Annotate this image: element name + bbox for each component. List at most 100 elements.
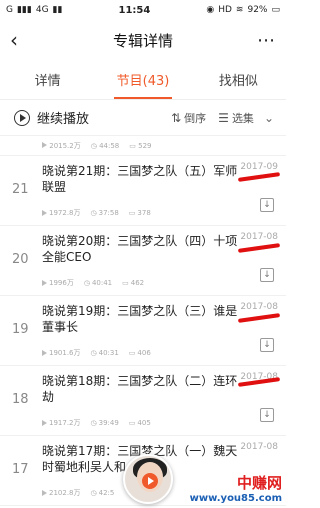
- duration-value: 44:58: [99, 141, 120, 150]
- download-icon[interactable]: ↓: [260, 268, 274, 282]
- duration-value: 40:41: [91, 279, 113, 287]
- episode-number: 18: [12, 392, 29, 407]
- duration: ◷ 42:5: [90, 489, 115, 497]
- download-icon[interactable]: ↓: [260, 198, 274, 212]
- chevron-down-icon[interactable]: ⌄: [264, 111, 274, 125]
- comments-count: ▭ 378: [128, 209, 151, 217]
- signal-icon: ▮▮▮: [16, 5, 32, 15]
- duration: ◷ 44:58: [90, 141, 120, 150]
- plays-value: 2102.8万: [49, 489, 81, 497]
- previous-episode-meta: 2015.2万 ◷ 44:58 ▭ 529: [0, 136, 286, 156]
- continue-play-button[interactable]: 继续播放: [14, 108, 159, 127]
- download-icon[interactable]: ↓: [260, 408, 274, 422]
- duration-value: 37:58: [98, 209, 119, 217]
- episode-number: 19: [12, 322, 29, 337]
- episode-meta: 1917.2万 ◷ 39:49 ▭ 405: [42, 418, 151, 428]
- play-count-icon: [42, 350, 47, 356]
- arrow-left-icon[interactable]: ‹: [10, 28, 34, 52]
- play-count-icon: [42, 490, 47, 496]
- play-count-icon: [42, 420, 47, 426]
- duration-value: 42:5: [98, 489, 115, 497]
- red-annotation-mark: [237, 313, 281, 323]
- plays-count: 1917.2万: [42, 418, 81, 428]
- page-title: 专辑详情: [112, 31, 173, 50]
- episode-title: 晓说第21期：三国梦之队（五）军师联盟: [42, 164, 238, 194]
- episode-number: 20: [12, 252, 29, 267]
- plays-count: 1901.6万: [42, 348, 81, 358]
- sort-icon: ⇅: [171, 110, 182, 125]
- duration: ◷ 40:31: [90, 349, 119, 357]
- plays-value: 1972.8万: [49, 209, 81, 217]
- tab-bar: 详情 节目(43) 找相似: [0, 60, 286, 100]
- red-annotation-mark: [237, 243, 281, 253]
- hd-label: HD: [218, 5, 232, 15]
- carrier-label: G: [6, 5, 13, 15]
- more-dots-icon[interactable]: ⋯: [252, 30, 276, 51]
- red-annotation-mark: [237, 172, 281, 182]
- play-count-icon: [42, 210, 47, 216]
- episode-title: 晓说第20期：三国梦之队（四）十项全能CEO: [42, 234, 238, 264]
- network-label: 4G: [35, 5, 49, 15]
- comments-count: ▭ 462: [122, 279, 145, 287]
- watermark-name: 中赚网: [236, 474, 282, 492]
- app-header: ‹ 专辑详情 ⋯: [0, 20, 286, 60]
- duration: ◷ 40:41: [83, 279, 113, 287]
- comments-count: ▭ 529: [129, 141, 152, 150]
- tab-similar[interactable]: 找相似: [191, 60, 286, 99]
- watermark-url: www.you85.com: [189, 493, 282, 504]
- episode-date: 2017-08: [240, 302, 278, 312]
- plays-value: 2015.2万: [49, 141, 81, 150]
- episode-number: 17: [12, 462, 29, 477]
- select-episodes-button[interactable]: ☰ 选集: [218, 110, 254, 126]
- continue-play-label: 继续播放: [37, 112, 90, 127]
- episode-title: 晓说第18期：三国梦之队（二）连环劫: [42, 374, 238, 404]
- list-item[interactable]: 21 晓说第21期：三国梦之队（五）军师联盟 2017-09 1972.8万 ◷…: [0, 156, 286, 226]
- comments-value: 529: [138, 141, 152, 150]
- play-count-icon: [42, 280, 47, 286]
- episode-toolbar: 继续播放 ⇅ 倒序 ☰ 选集 ⌄: [0, 100, 286, 136]
- tab-details[interactable]: 详情: [0, 60, 95, 99]
- episode-meta: 1901.6万 ◷ 40:31 ▭ 406: [42, 348, 151, 358]
- comments-count: ▭ 406: [128, 349, 151, 357]
- select-episodes-label: 选集: [231, 111, 254, 125]
- plays-count: 1996万: [42, 278, 74, 288]
- comments-value: 378: [137, 209, 151, 217]
- battery-label: 92%: [247, 5, 268, 15]
- plays-value: 1996万: [49, 279, 74, 287]
- duration: ◷ 39:49: [90, 419, 119, 427]
- battery-icon: ▭: [271, 5, 280, 15]
- list-item[interactable]: 19 晓说第19期：三国梦之队（三）谁是董事长 2017-08 1901.6万 …: [0, 296, 286, 366]
- floating-player-button[interactable]: [123, 454, 173, 504]
- episode-number: 21: [12, 182, 29, 197]
- download-icon[interactable]: ↓: [260, 338, 274, 352]
- list-item[interactable]: 20 晓说第20期：三国梦之队（四）十项全能CEO 2017-08 1996万 …: [0, 226, 286, 296]
- play-icon: [142, 473, 158, 489]
- episode-meta: 1996万 ◷ 40:41 ▭ 462: [42, 278, 144, 288]
- duration: ◷ 37:58: [90, 209, 119, 217]
- play-circle-icon: [14, 109, 30, 126]
- eye-icon: ◉: [206, 5, 215, 15]
- episode-date: 2017-08: [240, 232, 278, 242]
- plays-value: 1901.6万: [49, 349, 81, 357]
- episode-meta: 1972.8万 ◷ 37:58 ▭ 378: [42, 208, 151, 218]
- play-count-icon: [42, 141, 47, 148]
- plays-count: 2102.8万: [42, 488, 81, 498]
- list-icon: ☰: [218, 110, 229, 125]
- comments-value: 462: [130, 279, 145, 287]
- plays-count: 2015.2万: [42, 141, 81, 151]
- comments-value: 405: [137, 419, 151, 427]
- duration-value: 39:49: [98, 419, 119, 427]
- signal-icon-2: ▮▮: [52, 5, 63, 15]
- episode-title: 晓说第19期：三国梦之队（三）谁是董事长: [42, 304, 238, 334]
- reverse-order-label: 倒序: [184, 111, 207, 125]
- reverse-order-button[interactable]: ⇅ 倒序: [171, 110, 206, 126]
- plays-value: 1917.2万: [49, 419, 81, 427]
- episode-meta: 2102.8万 ◷ 42:5: [42, 488, 114, 498]
- clock: 11:54: [118, 4, 151, 16]
- wifi-icon: ≋: [235, 5, 244, 15]
- comments-count: ▭ 405: [128, 419, 151, 427]
- episode-date: 2017-09: [240, 162, 278, 172]
- tab-episodes[interactable]: 节目(43): [95, 60, 190, 99]
- list-item[interactable]: 18 晓说第18期：三国梦之队（二）连环劫 2017-08 1917.2万 ◷ 3…: [0, 366, 286, 436]
- duration-value: 40:31: [98, 349, 119, 357]
